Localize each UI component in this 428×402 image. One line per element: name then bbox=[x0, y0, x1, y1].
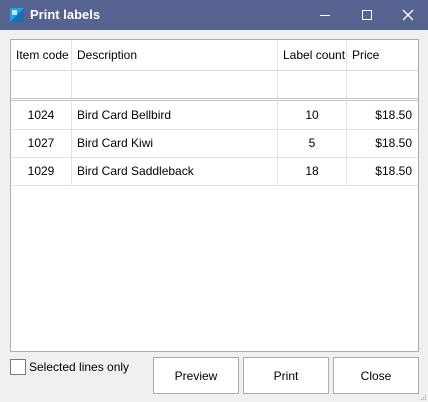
print-button[interactable]: Print bbox=[243, 357, 329, 394]
grid-header: Item code Description Label count Price bbox=[11, 40, 418, 71]
table-row[interactable]: 1029 Bird Card Saddleback 18 $18.50 bbox=[11, 157, 418, 186]
close-window-button[interactable] bbox=[388, 0, 428, 30]
resize-grip-icon[interactable] bbox=[419, 393, 427, 401]
filter-price[interactable] bbox=[347, 70, 418, 98]
item-code-cell: 1029 bbox=[11, 157, 72, 185]
minimize-button[interactable] bbox=[305, 0, 345, 30]
maximize-button[interactable] bbox=[347, 0, 387, 30]
price-cell: $18.50 bbox=[375, 108, 412, 122]
column-header-description[interactable]: Description bbox=[72, 40, 278, 70]
filter-label-count[interactable] bbox=[278, 70, 347, 98]
print-labels-icon bbox=[10, 8, 24, 22]
table-row[interactable]: 1024 Bird Card Bellbird 10 $18.50 bbox=[11, 101, 418, 130]
label-count-cell[interactable]: 5 bbox=[278, 129, 347, 157]
window-title: Print labels bbox=[30, 7, 101, 22]
item-code-cell: 1027 bbox=[11, 129, 72, 157]
selected-lines-only-checkbox[interactable] bbox=[10, 359, 26, 375]
preview-button[interactable]: Preview bbox=[153, 357, 239, 394]
item-code-cell: 1024 bbox=[11, 101, 72, 129]
column-header-item-code[interactable]: Item code bbox=[11, 40, 72, 70]
table-row[interactable]: 1027 Bird Card Kiwi 5 $18.50 bbox=[11, 129, 418, 158]
title-bar[interactable]: Print labels bbox=[0, 0, 428, 30]
filter-description[interactable] bbox=[72, 70, 278, 98]
column-header-price[interactable]: Price bbox=[347, 40, 418, 70]
labels-grid[interactable]: Item code Description Label count Price … bbox=[10, 39, 419, 352]
maximize-icon bbox=[362, 10, 372, 20]
price-cell: $18.50 bbox=[375, 136, 412, 150]
minimize-icon bbox=[320, 15, 330, 16]
filter-row bbox=[11, 70, 418, 101]
description-cell: Bird Card Saddleback bbox=[72, 157, 278, 185]
filter-item-code[interactable] bbox=[11, 70, 72, 98]
close-icon bbox=[402, 9, 414, 21]
price-cell: $18.50 bbox=[375, 164, 412, 178]
print-labels-window: Print labels Item code Description Label… bbox=[0, 0, 428, 402]
close-button[interactable]: Close bbox=[333, 357, 419, 394]
column-header-label-count[interactable]: Label count bbox=[278, 40, 347, 70]
label-count-cell[interactable]: 10 bbox=[278, 101, 347, 129]
label-count-cell[interactable]: 18 bbox=[278, 157, 347, 185]
description-cell: Bird Card Bellbird bbox=[72, 101, 278, 129]
selected-lines-only-label[interactable]: Selected lines only bbox=[29, 360, 129, 374]
description-cell: Bird Card Kiwi bbox=[72, 129, 278, 157]
